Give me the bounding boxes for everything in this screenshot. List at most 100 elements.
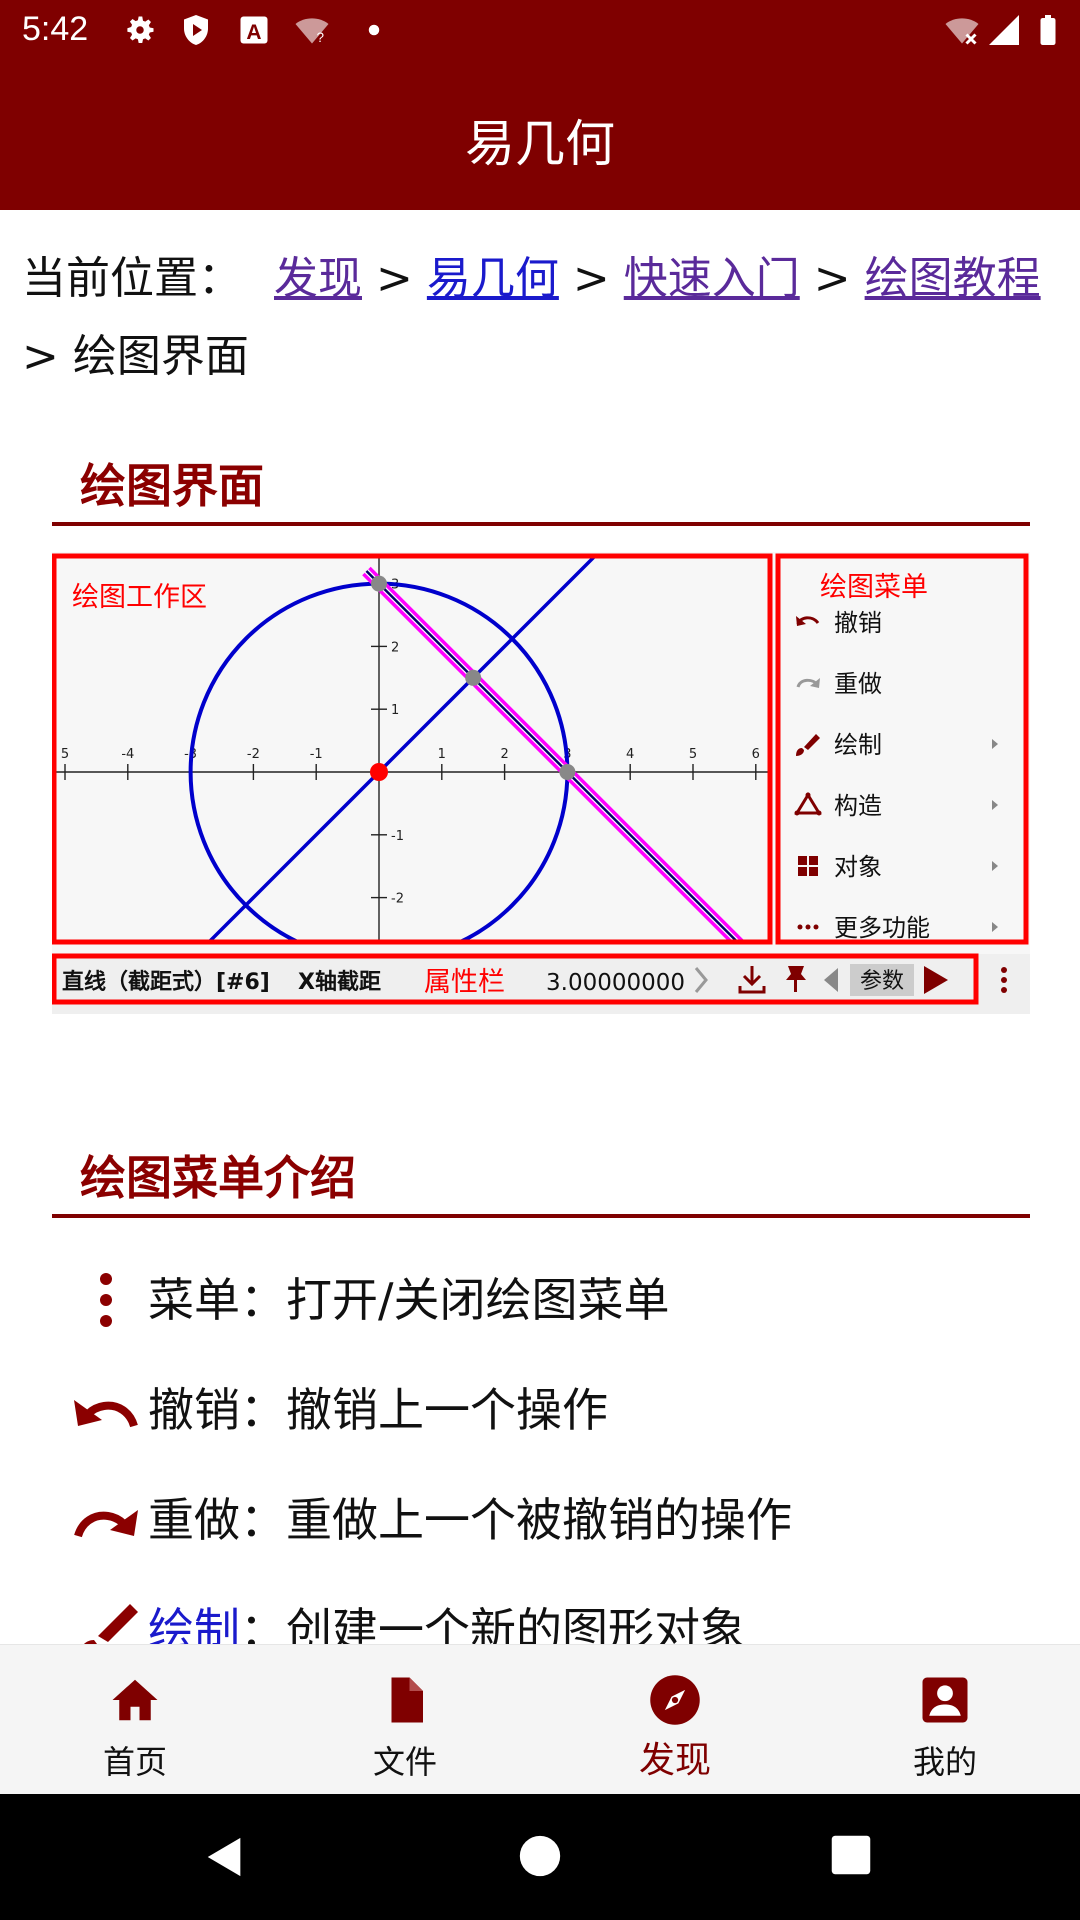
wifi-unknown-icon: ? (295, 18, 329, 45)
status-time: 5:42 (22, 10, 89, 48)
y-tick-label: 2 (391, 640, 399, 655)
battery-icon (1040, 15, 1056, 45)
list-item-separator: ： (240, 1603, 286, 1644)
wifi-off-icon (945, 18, 979, 45)
list-item-separator: ： (240, 1273, 286, 1327)
param-button-label: 参数 (860, 969, 904, 994)
drawing-ui-figure: 5-4-3-2-1123456321-1-2-3 绘图工作区 绘图菜单 撤销重做… (52, 552, 1030, 1014)
app-title: 易几何 (465, 115, 615, 173)
section-title-ui: 绘图界面 (80, 459, 264, 513)
more-vertical-icon (1001, 967, 1007, 993)
list-item-separator: ： (240, 1383, 286, 1437)
breadcrumb-prefix: 当前位置： (22, 253, 242, 304)
list-item-text: 重做：重做上一个被撤销的操作 (148, 1480, 792, 1560)
x-tick-label: 1 (438, 747, 446, 762)
undo-icon (74, 1400, 138, 1428)
svg-text:A: A (246, 21, 261, 44)
breadcrumb-separator: > (813, 253, 851, 304)
list-item-term-link[interactable]: 绘制 (148, 1603, 240, 1644)
attr-bar-label: 属性栏 (424, 967, 505, 998)
section-divider (52, 522, 1030, 526)
nav-label: 我的 (912, 1743, 977, 1781)
home-icon (112, 1679, 158, 1721)
breadcrumb-link-tutorial[interactable]: 绘图教程 (865, 253, 1041, 304)
menu-item-label: 更多功能 (834, 914, 930, 942)
menu-item-label: 撤销 (834, 609, 882, 637)
shield-icon (184, 15, 208, 45)
x-tick-label: -4 (121, 747, 134, 762)
menu-item-label: 绘制 (834, 731, 882, 759)
x-tick-label: 2 (500, 747, 508, 762)
menu-item-label: 重做 (834, 670, 882, 698)
list-item-desc: 打开/关闭绘图菜单 (286, 1273, 670, 1327)
account-icon (922, 1677, 968, 1723)
menu-highlight (775, 553, 1029, 945)
y-tick-label: -1 (391, 829, 404, 844)
font-icon: A (240, 16, 268, 44)
origin-point (370, 763, 388, 781)
nav-label: 文件 (372, 1743, 437, 1781)
nav-label: 发现 (638, 1740, 711, 1781)
compass-icon (650, 1675, 700, 1725)
breadcrumb: 当前位置： 发现 > 易几何 > 快速入门 > 绘图教程 > 绘图界面 (22, 240, 1062, 396)
list-item-desc: 撤销上一个操作 (286, 1383, 608, 1437)
list-item-desc: 创建一个新的图形对象 (286, 1603, 746, 1644)
redo-icon (74, 1510, 138, 1538)
list-item-menu: 菜单：打开/关闭绘图菜单 (60, 1260, 1040, 1340)
breadcrumb-separator: > (22, 331, 59, 382)
nav-item-home[interactable]: 首页 (0, 1645, 270, 1795)
settings-icon (127, 16, 154, 44)
menu-item-label: 构造 (834, 792, 882, 820)
svg-text:?: ? (317, 30, 325, 45)
nav-item-me[interactable]: 我的 (810, 1645, 1080, 1795)
drawing-ui-illustration: 5-4-3-2-1123456321-1-2-3 绘图工作区 绘图菜单 撤销重做… (52, 552, 1030, 1014)
breadcrumb-separator: > (376, 253, 413, 304)
y-tick-label: -2 (391, 892, 404, 907)
more-vertical-icon (100, 1273, 112, 1327)
x-tick-label: 5 (61, 747, 69, 762)
bottom-navigation: 首页 文件 发现 我的 (0, 1644, 1080, 1794)
list-item-redo: 重做：重做上一个被撤销的操作 (60, 1480, 1040, 1560)
attr-object-name: 直线（截距式）[#6] (62, 969, 270, 995)
menu-label: 绘图菜单 (820, 572, 928, 603)
list-item-term: 撤销 (148, 1383, 240, 1437)
menu-item-label: 对象 (834, 853, 882, 881)
status-bar: 5:42 A ? (0, 0, 1080, 62)
x-tick-label: 4 (626, 747, 634, 762)
attr-property-name: X轴截距 (298, 969, 381, 995)
list-item-separator: ： (240, 1493, 286, 1547)
x-tick-label: 5 (689, 747, 697, 762)
content-area[interactable]: 当前位置： 发现 > 易几何 > 快速入门 > 绘图教程 > 绘图界面 绘图界面… (0, 210, 1080, 1644)
app-bar: 易几何 (0, 62, 1080, 210)
point-on-circle (371, 575, 387, 592)
x-intercept-point (559, 764, 576, 780)
list-item-term: 菜单 (148, 1273, 240, 1327)
breadcrumb-link-app[interactable]: 易几何 (427, 253, 559, 304)
breadcrumb-current: 绘图界面 (72, 331, 249, 382)
list-item-draw: 绘制：创建一个新的图形对象 (60, 1590, 1040, 1644)
list-item-text: 绘制：创建一个新的图形对象 (148, 1590, 746, 1644)
section-title-menu-intro: 绘图菜单介绍 (80, 1151, 356, 1205)
nav-label: 首页 (102, 1743, 167, 1781)
list-item-term: 重做 (148, 1493, 240, 1547)
back-icon[interactable] (202, 1834, 248, 1880)
nav-item-files[interactable]: 文件 (270, 1645, 540, 1795)
recents-icon[interactable] (830, 1834, 872, 1876)
breadcrumb-link-discover[interactable]: 发现 (274, 253, 362, 304)
home-button-icon[interactable] (518, 1834, 562, 1878)
section-divider (52, 1214, 1030, 1218)
dot-icon (368, 24, 380, 36)
more-horizontal-icon (797, 924, 819, 930)
intersection-point (465, 669, 482, 686)
x-tick-label: 6 (752, 747, 760, 762)
brush-icon (84, 1604, 138, 1644)
signal-icon (989, 15, 1019, 45)
system-navigation-bar (0, 1794, 1080, 1920)
breadcrumb-link-quickstart[interactable]: 快速入门 (624, 253, 800, 304)
nav-item-discover[interactable]: 发现 (540, 1645, 810, 1795)
list-item-text: 菜单：打开/关闭绘图菜单 (148, 1260, 670, 1340)
file-icon (391, 1677, 423, 1723)
list-item-desc: 重做上一个被撤销的操作 (286, 1493, 792, 1547)
x-tick-label: -1 (310, 747, 323, 762)
list-item-text: 撤销：撤销上一个操作 (148, 1370, 608, 1450)
